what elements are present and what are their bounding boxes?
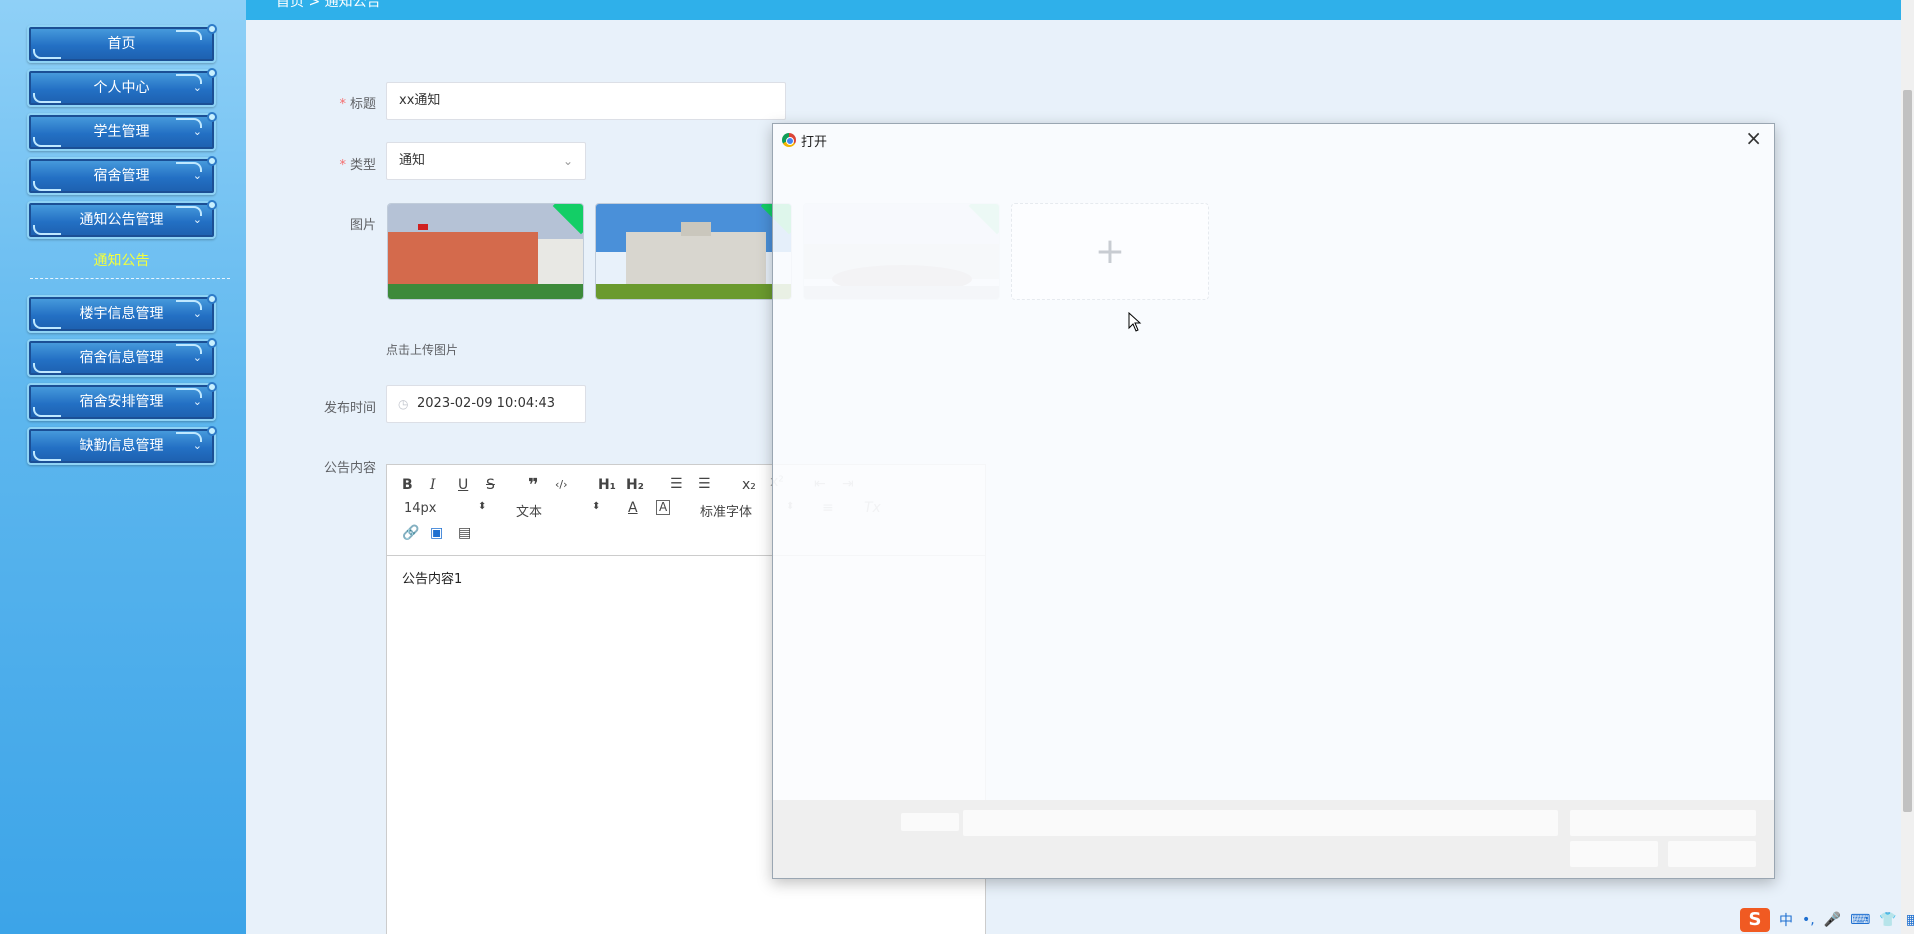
upload-add-button[interactable]: + <box>1011 203 1209 300</box>
chevron-down-icon: ⌄ <box>192 213 202 226</box>
cancel-button[interactable] <box>1668 841 1756 867</box>
title-label: * 标题 <box>339 97 376 112</box>
font-size-select[interactable]: 14px <box>404 501 437 516</box>
bold-icon[interactable]: B <box>402 477 413 493</box>
nav-divider <box>30 278 230 279</box>
italic-icon[interactable]: I <box>430 477 436 493</box>
file-type-select[interactable] <box>1570 810 1756 836</box>
nav-dorm-arrange[interactable]: ⌄ 宿舍安排管理 <box>27 382 217 421</box>
toolbox-icon[interactable]: ▦ <box>1906 912 1914 928</box>
campus-building-image <box>596 204 791 299</box>
upload-tip: 点击上传图片 <box>386 343 459 357</box>
nav-profile[interactable]: ⌄ 个人中心 <box>27 68 217 107</box>
nav-students-label: 学生管理 <box>93 124 150 140</box>
nav-buildings[interactable]: ⌄ 楼宇信息管理 <box>27 294 217 333</box>
type-select[interactable]: 通知 ⌄ <box>386 142 586 180</box>
nav-buildings-label: 楼宇信息管理 <box>79 306 164 322</box>
filename-label-placeholder <box>901 813 959 831</box>
nav-notices-label: 通知公告管理 <box>79 212 164 228</box>
nav-dorms-label: 宿舍管理 <box>93 168 150 184</box>
heading1-icon[interactable]: H₁ <box>598 477 616 493</box>
nav-dorm-info[interactable]: ⌄ 宿舍信息管理 <box>27 338 217 377</box>
scrollbar-thumb[interactable] <box>1903 90 1912 812</box>
dialog-title: 打开 <box>801 135 828 150</box>
publish-time-label: 发布时间 <box>323 401 376 416</box>
link-icon[interactable]: 🔗 <box>402 525 419 541</box>
school-building-image <box>388 204 583 299</box>
publish-time-input[interactable]: ◷ 2023-02-09 10:04:43 <box>386 385 586 423</box>
chevron-down-icon: ⌄ <box>192 395 202 408</box>
ime-toolbar: S 中 •, 🎤 ⌨ 👕 ▦ <box>1740 908 1914 932</box>
underline-icon[interactable]: U <box>458 477 468 493</box>
sogou-logo-icon[interactable]: S <box>1740 908 1770 932</box>
bullet-list-icon[interactable]: ☰ <box>698 476 711 492</box>
chevron-down-icon: ⌄ <box>192 125 202 138</box>
chevron-down-icon: ⌄ <box>192 169 202 182</box>
close-icon[interactable]: × <box>1745 126 1762 150</box>
plus-icon: + <box>1094 231 1126 272</box>
dialog-footer <box>773 800 1774 878</box>
chevron-down-icon: ⌄ <box>192 81 202 94</box>
strikethrough-icon[interactable]: S <box>486 477 495 493</box>
clock-icon: ◷ <box>398 397 409 411</box>
required-mark: * <box>339 97 346 112</box>
ordered-list-icon[interactable]: ☰ <box>670 476 683 492</box>
open-button[interactable] <box>1570 841 1658 867</box>
breadcrumb: 首页 > 通知公告 <box>276 0 381 10</box>
font-size-arrows-icon: ⬍ <box>478 501 487 512</box>
nav-dorm-arrange-label: 宿舍安排管理 <box>79 394 164 410</box>
skin-icon[interactable]: 👕 <box>1879 912 1896 928</box>
file-open-dialog: 打开 × <box>772 123 1775 879</box>
code-icon[interactable]: ‹/› <box>555 478 568 491</box>
nav-home-label: 首页 <box>107 36 136 52</box>
nav-absence[interactable]: ⌄ 缺勤信息管理 <box>27 426 217 465</box>
sidebar: 首页 ⌄ 个人中心 ⌄ 学生管理 ⌄ 宿舍管理 ⌄ 通知公告管理 通知公告 ⌄ … <box>0 0 246 934</box>
keyboard-icon[interactable]: ⌨ <box>1850 912 1870 928</box>
mouse-cursor-icon <box>1128 312 1142 332</box>
type-label: * 类型 <box>339 158 376 173</box>
page-scrollbar[interactable] <box>1901 0 1914 934</box>
block-type-arrows-icon: ⬍ <box>592 501 601 512</box>
title-input[interactable]: xx通知 <box>386 82 786 120</box>
microphone-icon[interactable]: 🎤 <box>1824 912 1841 928</box>
chevron-down-icon: ⌄ <box>192 307 202 320</box>
nav-home[interactable]: 首页 <box>27 24 217 63</box>
punctuation-icon[interactable]: •, <box>1802 912 1815 928</box>
nav-dorm-info-label: 宿舍信息管理 <box>79 350 164 366</box>
nav-absence-label: 缺勤信息管理 <box>79 438 164 454</box>
font-family-select[interactable]: 标准字体 <box>700 501 752 520</box>
required-mark: * <box>339 158 346 173</box>
filename-input[interactable] <box>963 810 1558 836</box>
chrome-icon <box>782 133 796 147</box>
block-type-select[interactable]: 文本 <box>516 501 542 520</box>
chevron-down-icon: ⌄ <box>192 439 202 452</box>
nav-students[interactable]: ⌄ 学生管理 <box>27 112 217 151</box>
subscript-icon[interactable]: x₂ <box>742 477 756 493</box>
publish-time-value: 2023-02-09 10:04:43 <box>417 396 556 411</box>
ime-language[interactable]: 中 <box>1779 910 1793 930</box>
background-color-icon[interactable]: A <box>656 500 671 515</box>
heading2-icon[interactable]: H₂ <box>626 477 644 493</box>
nav-dorms[interactable]: ⌄ 宿舍管理 <box>27 156 217 195</box>
content-label: 公告内容 <box>323 461 376 476</box>
uploaded-image-2[interactable] <box>595 203 792 300</box>
image-label: 图片 <box>349 218 376 233</box>
video-icon[interactable]: ▤ <box>458 525 471 541</box>
image-icon[interactable]: ▣ <box>430 525 443 541</box>
top-bar: 首页 > 通知公告 <box>246 0 1901 20</box>
uploaded-image-1[interactable] <box>387 203 584 300</box>
nav-profile-label: 个人中心 <box>93 80 150 96</box>
nav-notices[interactable]: ⌄ 通知公告管理 <box>27 200 217 239</box>
blockquote-icon[interactable]: ❞ <box>528 475 539 496</box>
font-color-icon[interactable]: A <box>628 500 638 516</box>
nav-sub-notice[interactable]: 通知公告 <box>27 250 216 270</box>
type-select-value: 通知 <box>399 153 426 168</box>
chevron-down-icon: ⌄ <box>192 351 202 364</box>
chevron-down-icon: ⌄ <box>562 154 573 168</box>
